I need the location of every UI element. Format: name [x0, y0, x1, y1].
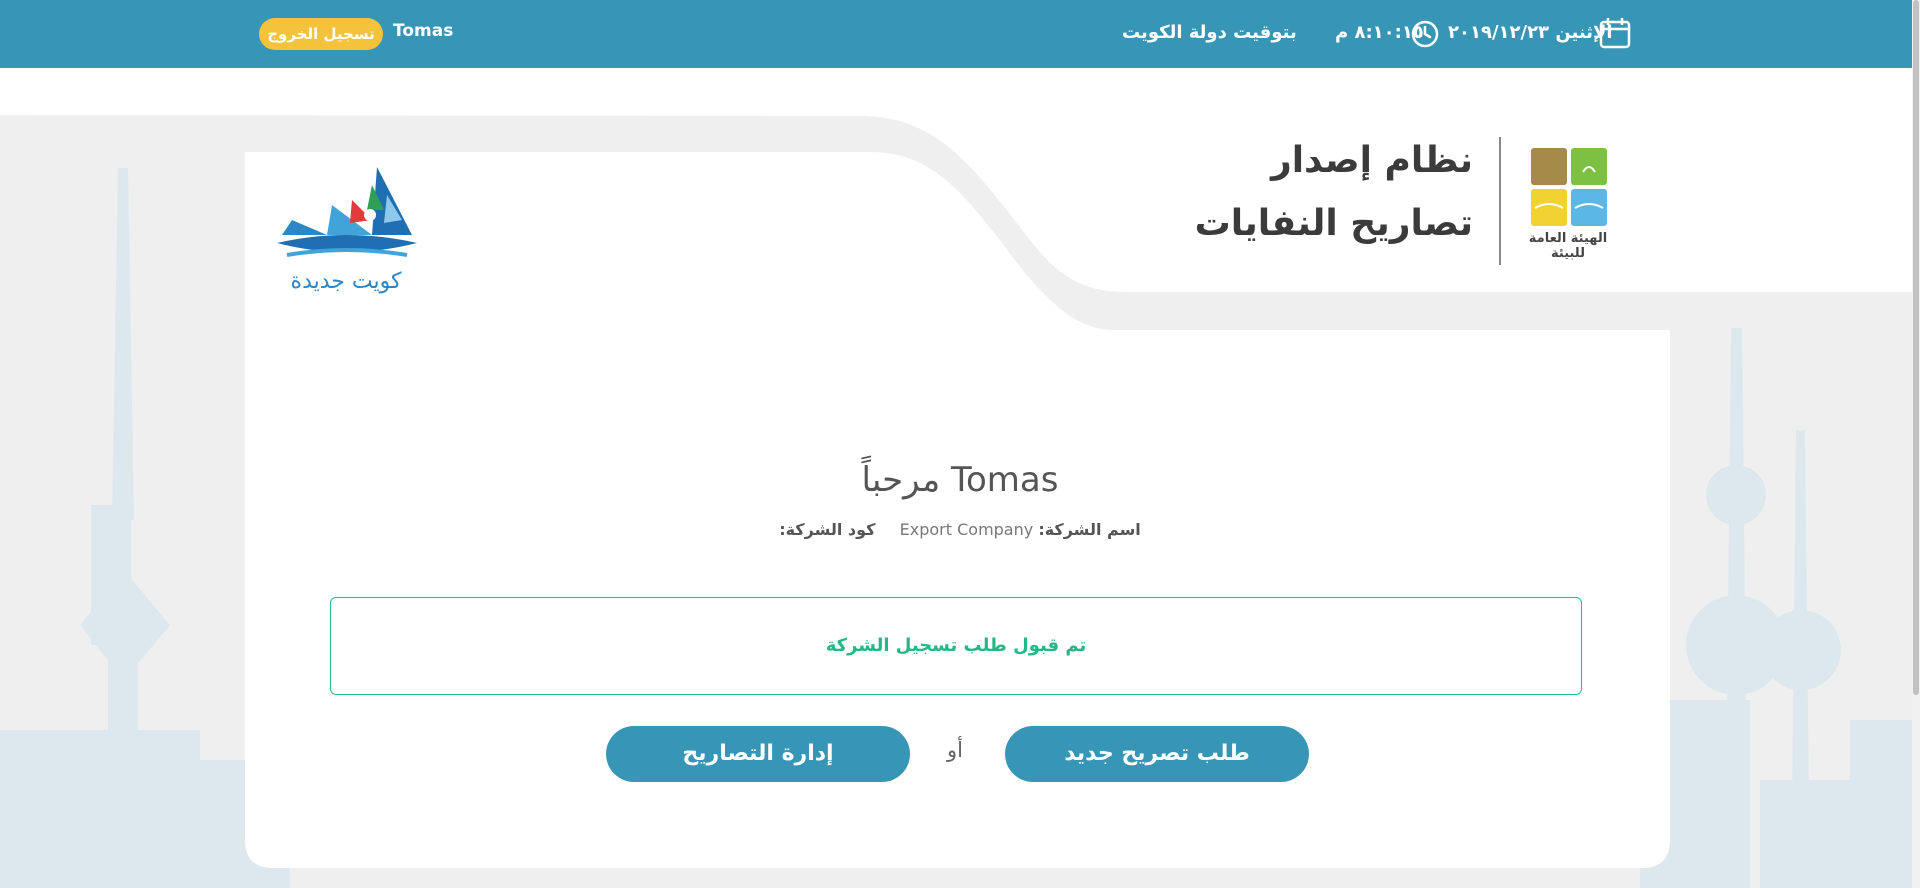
header: نظام إصدار تصاريح النفايات الهيئة العامة… — [0, 0, 1920, 330]
system-title-line1: نظام إصدار — [1270, 140, 1473, 181]
new-kuwait-logo-text: كويت جديدة — [291, 269, 402, 294]
new-kuwait-logo: كويت جديدة — [277, 167, 417, 294]
company-info: اسم الشركة: Export Company كود الشركة: — [0, 520, 1920, 539]
scrollbar-track[interactable] — [1912, 0, 1920, 888]
environment-authority-name: الهيئة العامة للبيئة — [1528, 231, 1608, 261]
manage-permits-button[interactable]: إدارة التصاريح — [606, 726, 910, 782]
welcome-heading: مرحباً Tomas — [861, 460, 1059, 500]
company-code-label: كود الشركة: — [779, 520, 876, 539]
company-name-label: اسم الشركة: — [1038, 520, 1141, 539]
status-message: تم قبول طلب تسجيل الشركة — [825, 635, 1087, 656]
system-title-line2: تصاريح النفايات — [1194, 203, 1473, 244]
scrollbar-thumb[interactable] — [1913, 0, 1919, 695]
new-permit-button[interactable]: طلب تصريح جديد — [1005, 726, 1309, 782]
environment-authority-logo — [1531, 148, 1607, 226]
header-divider — [1499, 137, 1501, 265]
or-separator: أو — [947, 738, 963, 762]
status-alert: تم قبول طلب تسجيل الشركة — [330, 597, 1582, 695]
company-name-value: Export Company — [899, 520, 1034, 539]
